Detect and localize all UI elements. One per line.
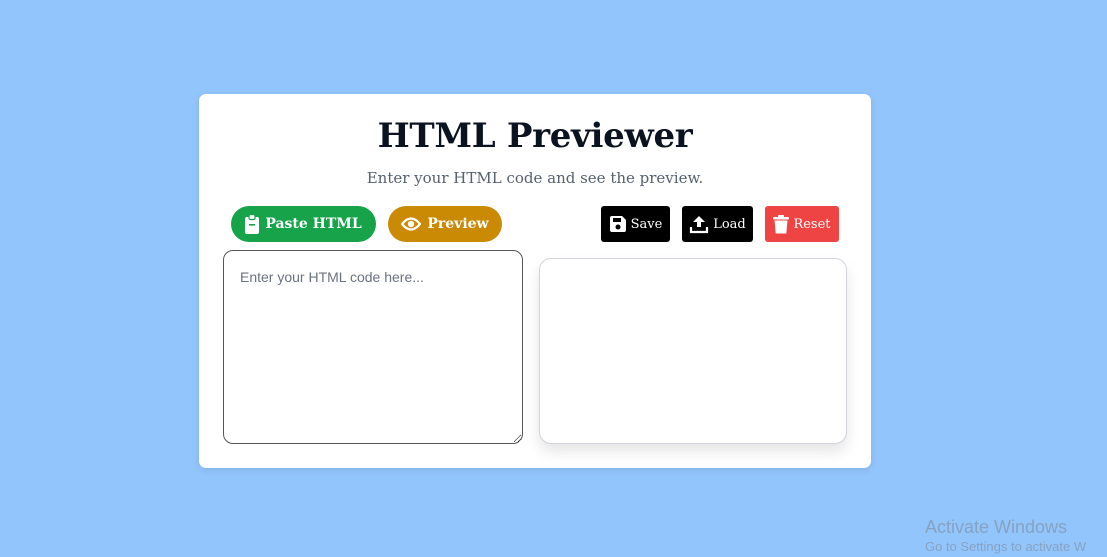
page-title: HTML Previewer bbox=[377, 116, 693, 156]
load-label: Load bbox=[713, 216, 746, 232]
preview-output-pane bbox=[539, 258, 847, 444]
eye-icon bbox=[401, 216, 422, 232]
watermark-title: Activate Windows bbox=[925, 517, 1068, 537]
reset-label: Reset bbox=[793, 216, 831, 232]
save-label: Save bbox=[630, 216, 663, 232]
previewer-card: HTML Previewer Enter your HTML code and … bbox=[199, 94, 871, 468]
floppy-disk-icon bbox=[609, 215, 627, 233]
save-button[interactable]: Save bbox=[601, 206, 670, 242]
preview-label: Preview bbox=[427, 216, 489, 232]
paste-html-label: Paste HTML bbox=[265, 216, 362, 232]
load-button[interactable]: Load bbox=[682, 206, 753, 242]
trash-icon bbox=[773, 214, 790, 234]
clipboard-icon bbox=[245, 214, 260, 234]
page-subtitle: Enter your HTML code and see the preview… bbox=[366, 169, 704, 187]
watermark-subtitle: Go to Settings to activate W bbox=[925, 539, 1087, 554]
html-code-input[interactable] bbox=[223, 250, 523, 444]
activate-windows-watermark: Activate Windows Go to Settings to activ… bbox=[925, 516, 1086, 556]
upload-icon bbox=[689, 214, 709, 234]
reset-button[interactable]: Reset bbox=[765, 206, 839, 242]
paste-html-button[interactable]: Paste HTML bbox=[231, 206, 376, 242]
preview-button[interactable]: Preview bbox=[388, 206, 502, 242]
